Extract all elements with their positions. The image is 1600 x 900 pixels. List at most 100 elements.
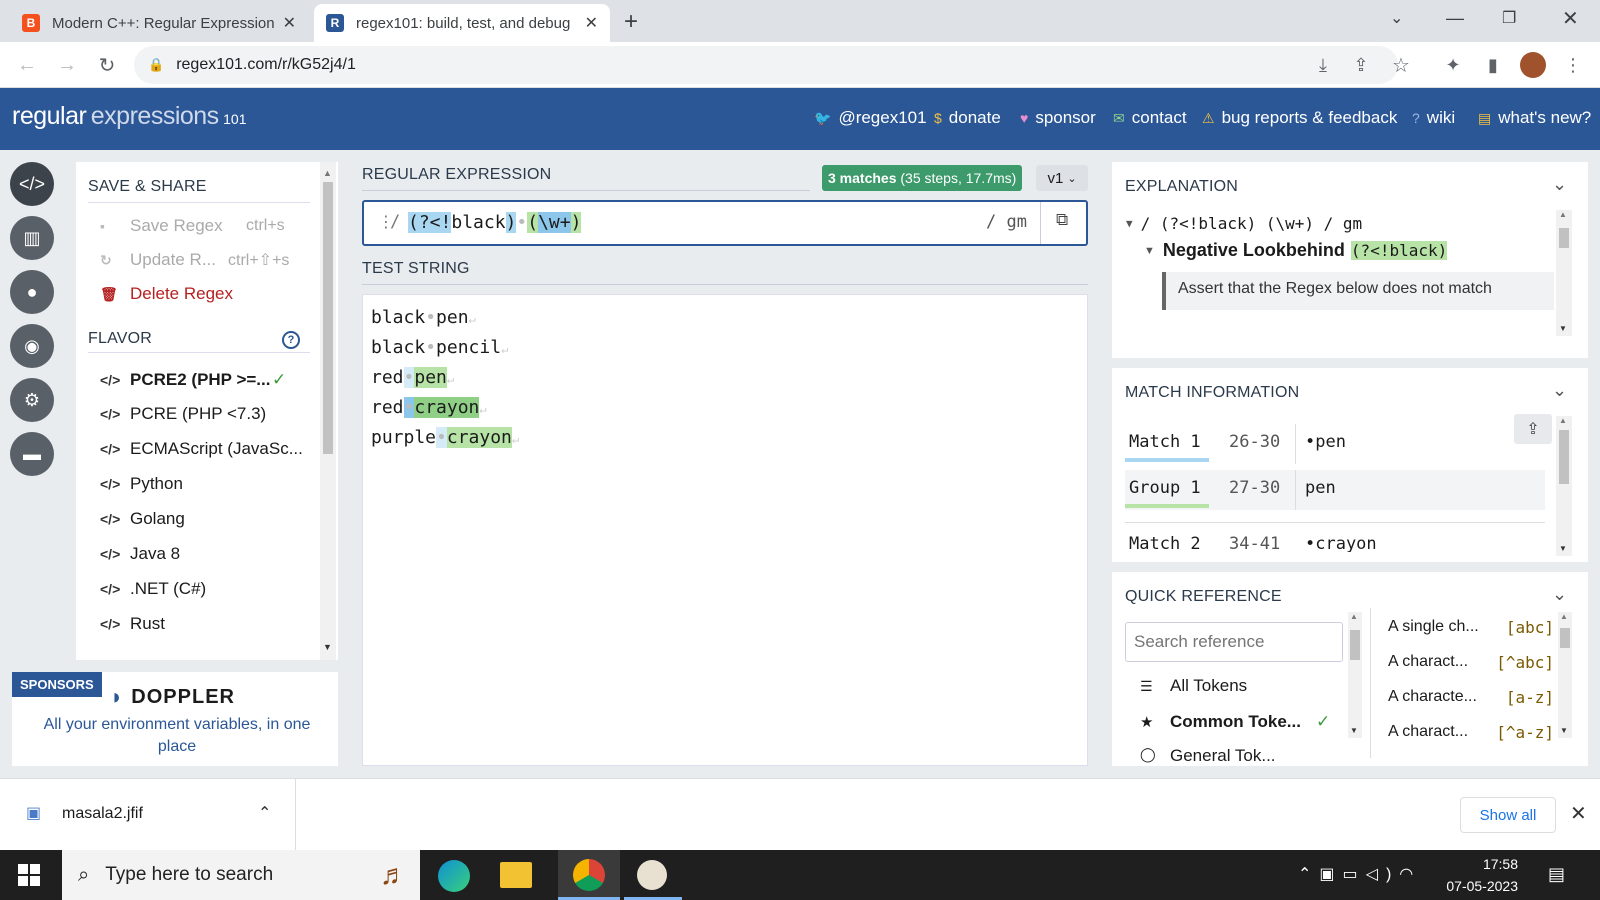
taskbar-time[interactable]: 17:58 (1444, 856, 1518, 872)
scroll-thumb[interactable] (323, 182, 333, 454)
collapse-chevron-icon[interactable]: ⌄ (1552, 584, 1567, 605)
ref-category-all-tokens[interactable]: ☰ All Tokens (1140, 676, 1247, 696)
sponsor-link[interactable]: ♥ sponsor (1020, 108, 1096, 128)
regex-flags[interactable]: / gm (986, 212, 1027, 232)
ref-category-common[interactable]: ★ Common Toke... ✓ (1140, 712, 1330, 732)
scroll-thumb[interactable] (1350, 630, 1360, 660)
sidebar-scrollbar[interactable]: ▲ ▼ (320, 162, 336, 660)
ref-category-general[interactable]: ◯ General Tok... (1140, 746, 1276, 766)
scroll-thumb[interactable] (1559, 430, 1569, 484)
export-matches-icon[interactable]: ⇪ (1514, 414, 1552, 444)
match-row[interactable]: Match 1 26-30 •pen (1125, 424, 1545, 464)
group-row[interactable]: Group 1 27-30 pen (1125, 470, 1545, 510)
quiz-gamepad-icon[interactable]: ◉ (10, 324, 54, 368)
download-item[interactable]: ▣ masala2.jfif ⌃ (0, 779, 296, 851)
new-tab-icon[interactable]: + (624, 8, 638, 36)
collapse-chevron-icon[interactable]: ⌄ (1552, 174, 1567, 195)
scroll-down-icon[interactable]: ▼ (1559, 324, 1567, 333)
side-panel-icon[interactable]: ▮ (1480, 52, 1506, 78)
bookmark-star-icon[interactable]: ☆ (1388, 52, 1414, 78)
version-select[interactable]: v1 ⌄ (1036, 165, 1088, 191)
whats-new-link[interactable]: ▤ what's new? (1478, 108, 1591, 128)
chrome-taskbar-button[interactable] (558, 850, 620, 900)
url-bar[interactable]: 🔒 regex101.com/r/kG52j4/1 (134, 46, 1398, 84)
ref-entry[interactable]: A charact... [^abc] (1388, 653, 1554, 688)
explanation-node[interactable]: ▼ Negative Lookbehind (?<!black) (1144, 240, 1448, 261)
close-tab-icon[interactable]: ✕ (283, 13, 296, 33)
scroll-down-icon[interactable]: ▼ (1559, 544, 1567, 553)
delete-regex-button[interactable]: 🗑 Delete Regex (100, 284, 233, 304)
site-logo[interactable]: regular expressions 101 (12, 102, 247, 131)
notifications-icon[interactable]: ▤ (1548, 864, 1565, 885)
scroll-up-icon[interactable]: ▲ (1350, 612, 1358, 621)
taskbar-date[interactable]: 07-05-2023 (1444, 878, 1518, 894)
ref-entry[interactable]: A charact... [^a-z] (1388, 723, 1554, 758)
profile-avatar[interactable] (1520, 52, 1546, 78)
minimize-icon[interactable]: — (1446, 8, 1464, 29)
show-all-button[interactable]: Show all (1460, 797, 1556, 833)
flavor-item-java[interactable]: </> Java 8 (100, 544, 180, 564)
close-tab-icon[interactable]: ✕ (585, 13, 598, 33)
chat-icon[interactable]: ▬ (10, 432, 54, 476)
ref-entry[interactable]: A characte... [a-z] (1388, 688, 1554, 723)
regex-editor-icon[interactable]: </> (10, 162, 54, 206)
flavor-item-dotnet[interactable]: </> .NET (C#) (100, 579, 206, 599)
update-regex-button[interactable]: ↻ Update R... ctrl+⇧+s (100, 250, 289, 270)
flavor-item-rust[interactable]: </> Rust (100, 614, 165, 634)
test-string-editor[interactable]: black•pen↵ black•pencil↵ red•pen↵ red•cr… (362, 294, 1088, 766)
donate-link[interactable]: $ donate (934, 108, 1001, 128)
scroll-down-icon[interactable]: ▼ (323, 642, 332, 652)
regex-input[interactable]: ⋮ / (?<!black)•(\w+) / gm ⧉ (362, 200, 1088, 246)
browser-menu-icon[interactable]: ⋮ (1560, 52, 1586, 78)
scroll-down-icon[interactable]: ▼ (1560, 726, 1568, 735)
scroll-up-icon[interactable]: ▲ (1559, 416, 1567, 425)
flavor-item-python[interactable]: </> Python (100, 474, 183, 494)
save-regex-button[interactable]: ▪ Save Regex ctrl+s (100, 216, 285, 236)
wiki-link[interactable]: ? wiki (1412, 108, 1455, 128)
ref-entries-scrollbar[interactable]: ▲ ▼ (1558, 612, 1572, 738)
browser-tab-1[interactable]: B Modern C++: Regular Expression ✕ (10, 4, 308, 42)
file-explorer-icon[interactable] (500, 862, 532, 888)
flavor-item-golang[interactable]: </> Golang (100, 509, 185, 529)
extensions-puzzle-icon[interactable]: ✦ (1440, 52, 1466, 78)
match-row[interactable]: Match 2 34-41 •crayon (1125, 528, 1545, 552)
sponsors-box[interactable]: SPONSORS ◗ DOPPLER All your environment … (12, 672, 338, 766)
tab-search-icon[interactable]: ⌄ (1390, 8, 1403, 28)
scroll-down-icon[interactable]: ▼ (1350, 726, 1358, 735)
scroll-thumb[interactable] (1559, 228, 1569, 248)
explanation-root[interactable]: ▼ / (?<!black) (\w+) / gm (1126, 214, 1362, 233)
flavor-item-pcre[interactable]: </> PCRE (PHP <7.3) (100, 404, 266, 424)
flavor-help-icon[interactable]: ? (282, 331, 300, 349)
reload-icon[interactable]: ↻ (94, 52, 120, 78)
collapse-chevron-icon[interactable]: ⌄ (1552, 380, 1567, 401)
close-window-icon[interactable]: ✕ (1562, 6, 1579, 31)
scroll-up-icon[interactable]: ▲ (1559, 210, 1567, 219)
edge-browser-icon[interactable] (438, 860, 470, 892)
forward-arrow-icon[interactable]: → (54, 52, 80, 78)
restore-icon[interactable]: ❐ (1502, 8, 1516, 28)
library-icon[interactable]: ▥ (10, 216, 54, 260)
regex-pattern[interactable]: (?<!black)•(\w+) (408, 212, 582, 234)
bug-reports-link[interactable]: ⚠ bug reports & feedback (1202, 108, 1397, 128)
close-download-bar-icon[interactable]: ✕ (1570, 801, 1587, 826)
scroll-up-icon[interactable]: ▲ (1560, 612, 1568, 621)
scroll-up-icon[interactable]: ▲ (323, 168, 332, 178)
account-icon[interactable]: ● (10, 270, 54, 314)
taskbar-search-box[interactable]: ⌕ Type here to search ♬ (62, 850, 420, 900)
browser-tab-2-active[interactable]: R regex101: build, test, and debug ✕ (314, 4, 610, 42)
search-reference-input[interactable] (1125, 622, 1343, 662)
paint-taskbar-button[interactable] (624, 850, 682, 900)
share-icon[interactable]: ⇪ (1348, 52, 1374, 78)
ref-categories-scrollbar[interactable]: ▲ ▼ (1348, 612, 1362, 738)
windows-start-icon[interactable] (18, 864, 40, 886)
ref-entry[interactable]: A single ch... [abc] (1388, 618, 1554, 653)
system-tray-icons[interactable]: ⌃▣▭◁)◠ (1298, 864, 1421, 884)
flavor-item-pcre2[interactable]: </> PCRE2 (PHP >=... ✓ (100, 370, 286, 390)
install-app-icon[interactable]: ⤓ (1310, 52, 1336, 78)
copy-icon[interactable]: ⧉ (1056, 210, 1068, 230)
explanation-scrollbar[interactable]: ▲ ▼ (1556, 210, 1572, 336)
scroll-thumb[interactable] (1560, 628, 1570, 648)
chevron-up-icon[interactable]: ⌃ (258, 803, 271, 823)
back-arrow-icon[interactable]: ← (14, 52, 40, 78)
contact-link[interactable]: ✉ contact (1113, 108, 1187, 128)
